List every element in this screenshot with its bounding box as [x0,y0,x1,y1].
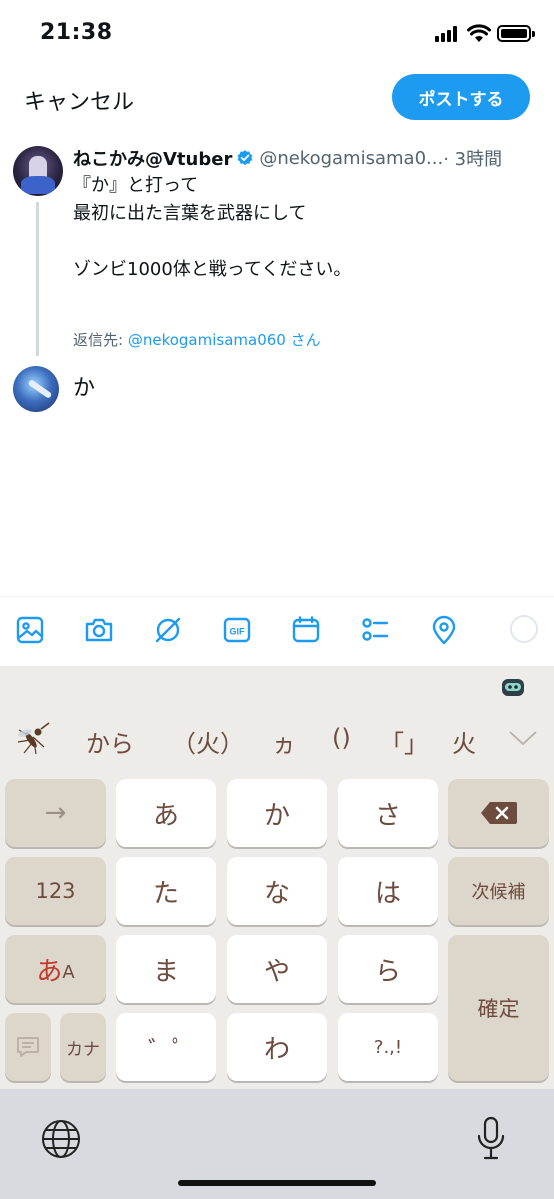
gif-label: GIF [230,627,246,637]
character-count-ring [510,615,538,643]
wifi-icon [467,24,491,42]
candidate[interactable]: ヵ [272,724,296,759]
input-mode-key[interactable]: あA [5,935,106,1003]
robot-icon[interactable] [500,676,526,698]
chevron-down-icon[interactable] [508,728,538,748]
dakuten-key[interactable]: ゛ﾟ [116,1013,216,1081]
tweet-time: · 3時間 [443,149,503,170]
avatar[interactable] [13,146,63,196]
candidate[interactable]: 火 [452,724,476,759]
tweet-line [73,228,533,256]
emoji-key[interactable] [5,1013,51,1081]
cancel-button[interactable]: キャンセル [24,84,134,116]
globe-icon[interactable] [40,1118,82,1160]
key-na[interactable]: な [227,857,327,925]
key-ma[interactable]: ま [116,935,216,1003]
battery-icon [497,25,535,42]
home-indicator[interactable] [178,1180,376,1186]
tweet-line: ゾンビ1000体と戦ってください。 [73,259,352,280]
candidate[interactable]: 「」 [380,724,428,759]
microphone-icon[interactable] [476,1116,506,1162]
thread-line [36,202,39,356]
tweet-line: 最初に出た言葉を武器にして [73,203,307,224]
key-ra[interactable]: ら [338,935,438,1003]
punctuation-key[interactable]: ?.,! [338,1013,438,1081]
mode-label-hiragana: あ [36,956,63,987]
key-ha[interactable]: は [338,857,438,925]
my-avatar [13,366,59,412]
next-candidate-key[interactable]: 次候補 [448,857,549,925]
verified-badge-icon [237,150,253,166]
reply-to-prefix: 返信先: [73,331,128,349]
backspace-icon [480,802,517,824]
reply-to: 返信先: @nekogamisama060 さん [73,329,321,350]
key-sa[interactable]: さ [338,779,438,847]
candidate[interactable]: から [86,724,134,759]
status-bar: 21:38 [0,0,554,68]
arrow-key[interactable]: → [5,779,106,847]
key-ka[interactable]: か [227,779,327,847]
backspace-key[interactable] [448,779,549,847]
tweet-body: 『か』と打って 最初に出た言葉を武器にして ゾンビ1000体と戦ってください。 [73,172,533,284]
calendar-icon[interactable] [291,615,321,645]
mode-label-alpha: A [62,961,75,983]
reply-to-link[interactable]: @nekogamisama060 さん [128,331,321,349]
camera-icon[interactable] [84,615,114,645]
key-ta[interactable]: た [116,857,216,925]
candidate[interactable]: （火） [172,724,244,759]
compose-toolbar: GIF [0,596,554,666]
status-time: 21:38 [40,20,113,45]
signal-icon [435,26,461,42]
key-wa[interactable]: わ [227,1013,327,1081]
location-icon[interactable] [429,615,459,645]
image-icon[interactable] [15,615,45,645]
handle: @nekogamisama0... [259,147,444,169]
key-a[interactable]: あ [116,779,216,847]
number-key[interactable]: 123 [5,857,106,925]
poll-icon[interactable] [360,615,390,645]
post-button[interactable]: ポストする [392,74,530,120]
no-entry-icon[interactable] [153,615,183,645]
tweet-header: ねこかみ@Vtuber @nekogamisama0... · 3時間 [73,146,533,171]
gif-icon[interactable]: GIF [222,615,252,645]
candidate[interactable]: () [332,724,351,752]
confirm-key[interactable]: 確定 [448,935,549,1081]
key-ya[interactable]: や [227,935,327,1003]
speech-bubble-icon [17,1037,39,1057]
candidate-bar: から （火） ヵ () 「」 火 [0,712,554,768]
tweet-line: 『か』と打って [73,175,199,196]
display-name[interactable]: ねこかみ@Vtuber [73,146,232,170]
kana-key[interactable]: カナ [60,1013,106,1081]
reply-input[interactable]: か [73,370,95,402]
